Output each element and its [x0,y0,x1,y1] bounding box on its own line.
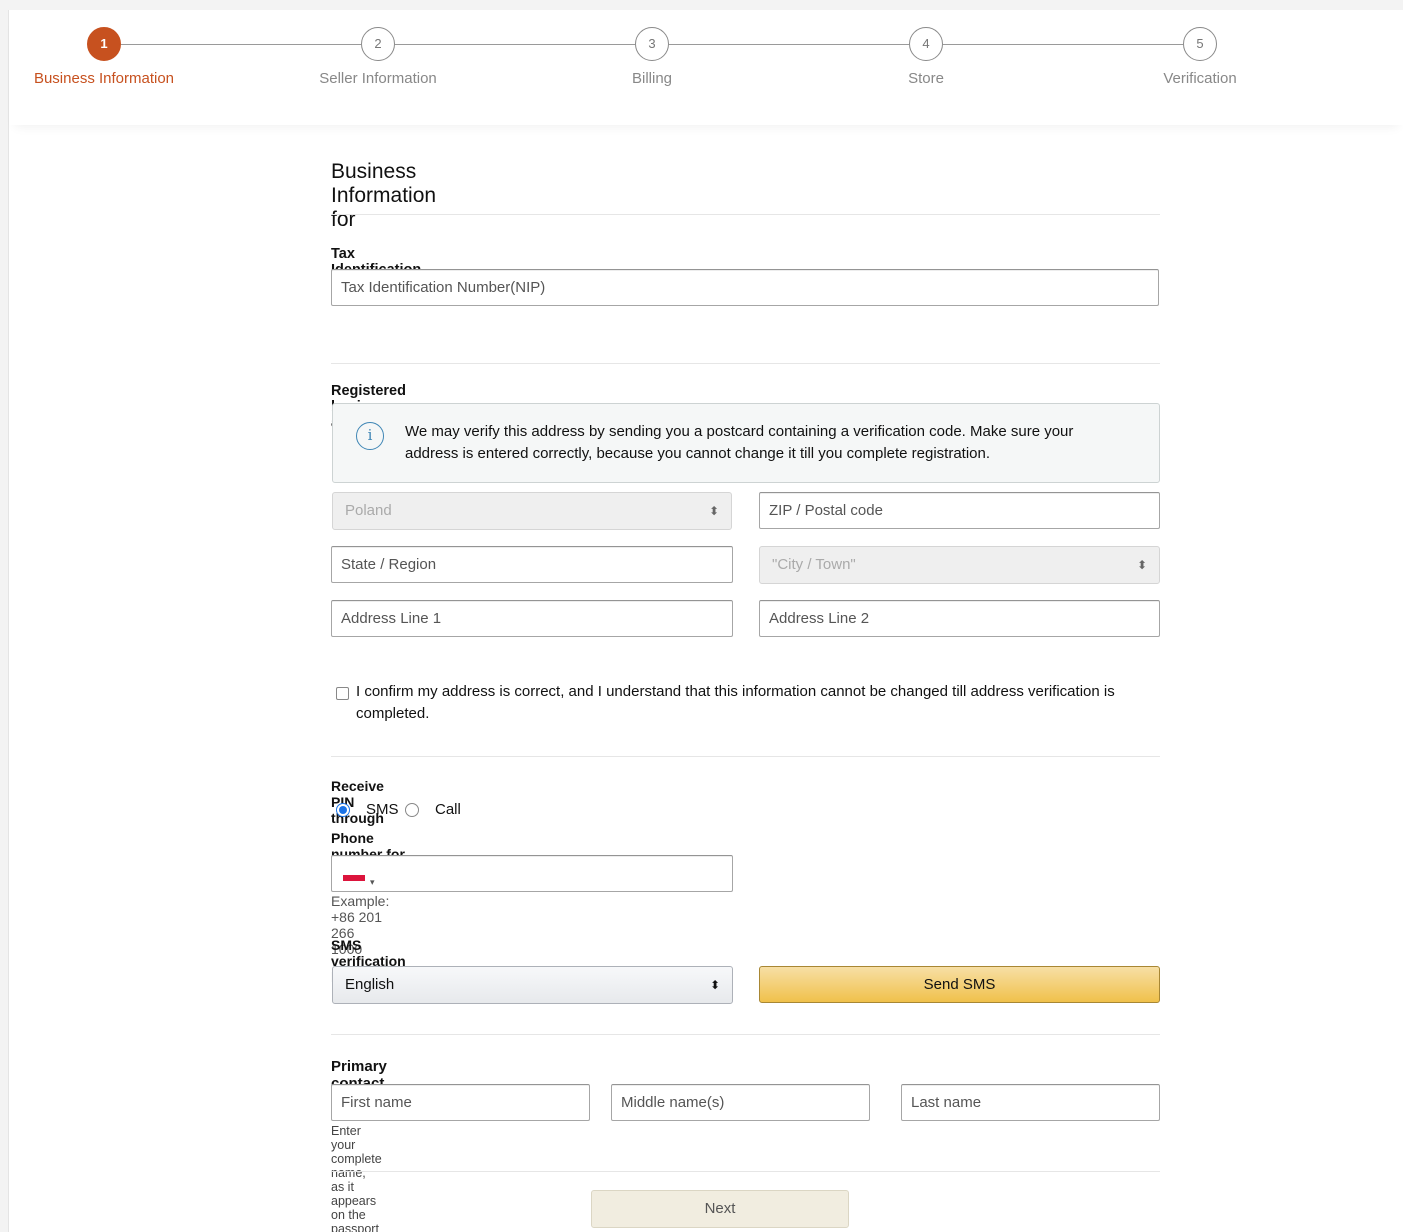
step-label: Verification [1163,70,1237,87]
step-number: 3 [635,27,669,61]
step-business-information[interactable]: 1 Business Information [14,27,194,87]
call-radio[interactable] [405,803,419,817]
sms-language-select[interactable]: English ⬍ [332,966,733,1004]
step-label: Business Information [33,70,175,87]
send-sms-button[interactable]: Send SMS [759,966,1160,1003]
sms-radio-label[interactable]: SMS [366,799,399,821]
info-icon: i [356,422,384,450]
address-info-alert: i We may verify this address by sending … [332,403,1160,483]
divider [331,1034,1160,1035]
country-value: Poland [345,502,392,519]
address-line2-input[interactable]: Address Line 2 [759,600,1160,637]
next-button[interactable]: Next [591,1190,849,1228]
step-label: Seller Information [319,70,437,87]
step-billing[interactable]: 3 Billing [562,27,742,87]
select-arrow-icon: ⬍ [709,978,720,992]
step-seller-information[interactable]: 2 Seller Information [288,27,468,87]
progress-stepper: 1 Business Information 2 Seller Informat… [9,10,1403,125]
page: 1 Business Information 2 Seller Informat… [8,10,1403,1232]
divider [331,214,1160,215]
step-label: Billing [631,70,673,87]
phone-input[interactable]: ▾ [331,855,733,892]
divider [331,363,1160,364]
step-number: 1 [87,27,121,61]
divider [331,1171,1160,1172]
state-input[interactable]: State / Region [331,546,733,583]
confirm-address-checkbox[interactable] [336,687,349,700]
name-hint: Enter your complete name, as it appears … [331,1124,382,1232]
sms-radio[interactable] [336,803,350,817]
select-arrow-icon: ⬍ [1136,558,1147,572]
select-arrow-icon: ⬍ [708,504,719,518]
call-radio-label[interactable]: Call [435,799,461,821]
poland-flag-icon[interactable] [343,873,365,881]
tax-id-input[interactable]: Tax Identification Number(NIP) [331,269,1159,306]
zip-input[interactable]: ZIP / Postal code [759,492,1160,529]
first-name-input[interactable]: First name [331,1084,590,1121]
step-verification[interactable]: 5 Verification [1110,27,1290,87]
sms-language-value: English [345,976,395,993]
step-number: 2 [361,27,395,61]
step-number: 5 [1183,27,1217,61]
last-name-input[interactable]: Last name [901,1084,1160,1121]
city-value: "City / Town" [772,556,856,573]
step-store[interactable]: 4 Store [836,27,1016,87]
step-label: Store [908,70,944,87]
confirm-address-text: I confirm my address is correct, and I u… [356,683,1115,722]
chevron-down-icon[interactable]: ▾ [370,865,375,891]
address-line1-input[interactable]: Address Line 1 [331,600,733,637]
step-number: 4 [909,27,943,61]
page-title: Business Information for [331,160,437,231]
divider [331,756,1160,757]
middle-name-input[interactable]: Middle name(s) [611,1084,870,1121]
address-info-text: We may verify this address by sending yo… [405,423,1074,462]
country-select[interactable]: Poland ⬍ [332,492,732,530]
city-select[interactable]: "City / Town" ⬍ [759,546,1160,584]
